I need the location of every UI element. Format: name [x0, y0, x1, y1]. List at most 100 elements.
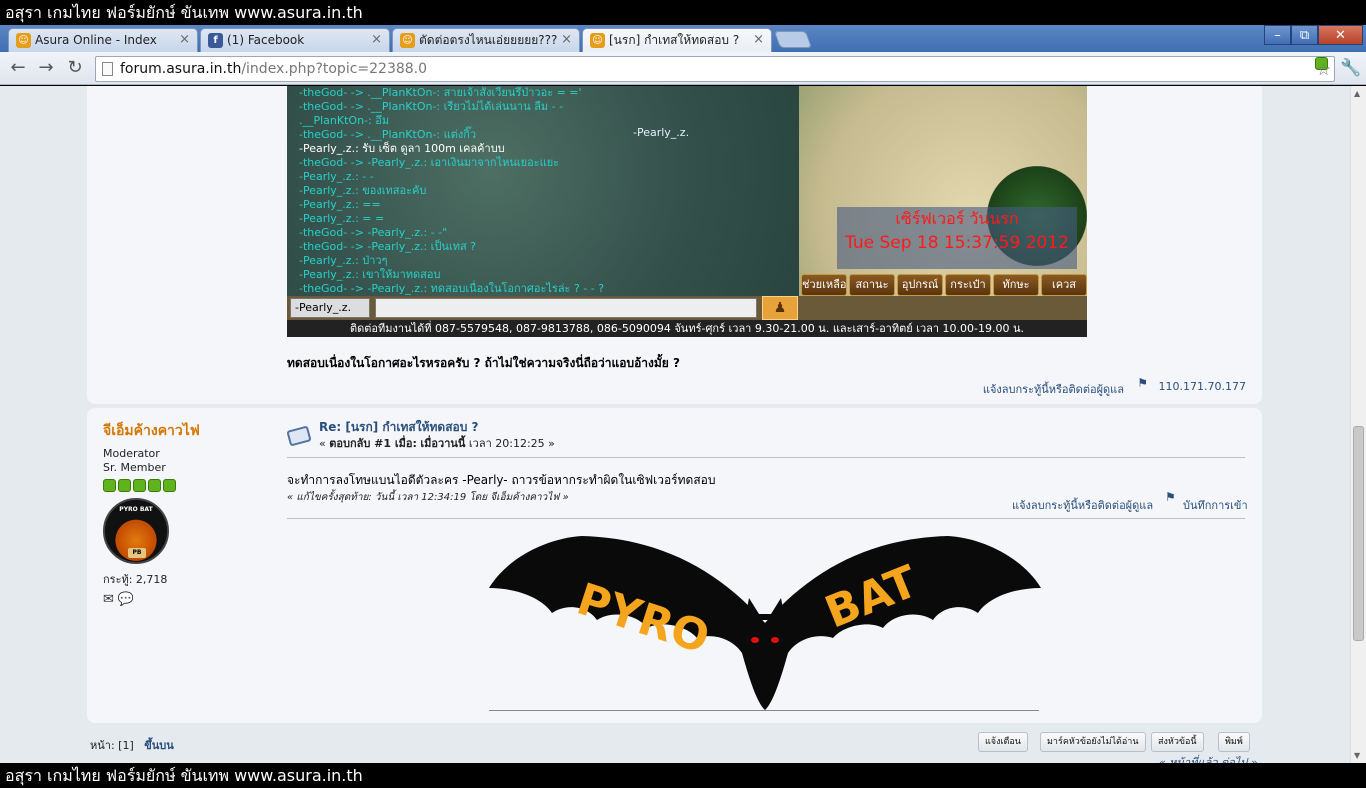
page-viewport: -theGod- -> .__PlanKtOn-: สายเจ้าสังเวีย… [0, 86, 1350, 763]
game-menu-button: ทักษะ [993, 274, 1039, 296]
bookmark-star-icon[interactable]: ☆ [1315, 57, 1331, 80]
chat-line: -theGod- -> -Pearly_.z.: เอาเงินมาจากไหน… [299, 156, 560, 169]
poster-name[interactable]: จีเอ็มค้างคาวไฟ [103, 420, 273, 442]
game-chat-log: -theGod- -> .__PlanKtOn-: สายเจ้าสังเวีย… [299, 86, 799, 296]
post-2-report-link[interactable]: แจ้งลบกระทู้นี้หรือติดต่อผู้ดูแล [1012, 496, 1153, 514]
personal-message-icon[interactable]: 💬 [118, 592, 134, 607]
chat-line: -theGod- -> -Pearly_.z.: - -" [299, 226, 448, 239]
game-avatar-icon: ♟ [762, 296, 798, 320]
reload-icon[interactable]: ↻ [63, 57, 87, 81]
tab-close-icon[interactable]: × [371, 29, 382, 51]
print-button[interactable]: พิมพ์ [1218, 732, 1250, 752]
post-2-body: จะทำการลงโทษแบนไอดีตัวละคร -Pearly- ถาวร… [287, 473, 716, 487]
tab-title: ตัดต่อตรงไหนเอ่ยยยยย??? [419, 33, 558, 47]
pages-label: หน้า: [ [90, 739, 123, 752]
post-1-ip[interactable]: 110.171.70.177 [1159, 380, 1246, 393]
scrollbar[interactable]: ▲ ▼ [1350, 86, 1366, 763]
close-window-button[interactable]: ✕ [1318, 25, 1363, 45]
poster-post-count: กระทู้: 2,718 [103, 573, 168, 586]
tab-facebook[interactable]: f (1) Facebook × [200, 28, 390, 52]
game-chat-name: -Pearly_.z. [290, 298, 370, 318]
address-host: forum.asura.in.th [120, 61, 242, 77]
chat-line: -theGod- -> .__PlanKtOn-: แต่งกิ๊ว [299, 128, 477, 141]
top-link[interactable]: ขึ้นบน [144, 739, 174, 752]
poster-action-icons: ✉ 💬 [103, 592, 273, 607]
game-server-box: เซิร์ฟเวอร์ วันนรก Tue Sep 18 15:37:59 2… [837, 207, 1077, 269]
avatar: PYRO BAT PB [103, 498, 169, 564]
poster-role: Moderator [103, 447, 160, 460]
tab-close-icon[interactable]: × [179, 29, 190, 51]
divider [287, 457, 1245, 458]
tab-thread-edit[interactable]: ☺ ตัดต่อตรงไหนเอ่ยยยยย??? × [392, 28, 580, 52]
tab-title: Asura Online - Index [35, 33, 157, 47]
post-2: จีเอ็มค้างคาวไฟ Moderator Sr. Member PYR… [87, 408, 1262, 723]
new-tab-button[interactable] [773, 31, 813, 48]
chat-line: -theGod- -> -Pearly_.z.: ทดสอบเนื่องในโอ… [299, 282, 605, 295]
tab-strip: ☺ Asura Online - Index × f (1) Facebook … [0, 25, 1366, 53]
rank-stars [103, 479, 273, 492]
asura-favicon-icon: ☺ [590, 33, 605, 48]
scroll-thumb[interactable] [1353, 426, 1364, 641]
server-label: เซิร์ฟเวอร์ วันนรก [895, 209, 1019, 228]
poster-info: จีเอ็มค้างคาวไฟ Moderator Sr. Member PYR… [103, 420, 273, 607]
pages-close: ] [129, 739, 134, 752]
pagination: หน้า: [1] ขึ้นบน [90, 736, 174, 754]
email-icon[interactable]: ✉ [103, 592, 114, 607]
tab-title: (1) Facebook [227, 33, 305, 47]
post-1: -theGod- -> .__PlanKtOn-: สายเจ้าสังเวีย… [87, 86, 1262, 404]
log-flag-icon: ⚑ [1165, 490, 1176, 504]
message-icon [286, 425, 312, 447]
top-banner: อสุรา เกมไทย ฟอร์มยักษ์ ขันเทพ www.asura… [0, 0, 1366, 25]
address-bar[interactable]: forum.asura.in.th/index.php?topic=22388.… [95, 56, 1335, 82]
notify-button[interactable]: แจ้งเตือน [978, 732, 1028, 752]
chat-line: -Pearly_.z.: ป่าวๆ [299, 254, 388, 267]
bat-wings [489, 536, 1041, 710]
post-2-meta: « ตอบกลับ #1 เมื่อ: เมื่อวานนี้ เวลา 20:… [319, 434, 555, 452]
game-menu-button: กระเป๋า [945, 274, 991, 296]
meta-time: เวลา 20:12:25 » [465, 437, 555, 450]
game-menu-button: ช่วยเหลือ [801, 274, 847, 296]
chat-line: -Pearly_.z.: ของเทสอะคับ [299, 184, 427, 197]
forward-arrow-icon[interactable]: → [34, 57, 58, 81]
tab-close-icon[interactable]: × [561, 29, 572, 51]
signature-image: PYRO BAT [489, 536, 1041, 710]
asura-favicon-icon: ☺ [400, 33, 415, 48]
bat-right-eye [771, 637, 779, 643]
meta-prefix: « [319, 437, 330, 450]
maximize-button[interactable]: ⧉ [1291, 25, 1318, 45]
tab-close-icon[interactable]: × [753, 29, 764, 51]
chat-line: -Pearly_.z.: รับ เซ็ต ดูลา 100m เคลค้าบบ [299, 142, 505, 155]
game-contact-bar: ติดต่อทีมงานได้ที่ 087-5579548, 087-9813… [287, 320, 1087, 337]
rank-star-icon [133, 479, 146, 492]
scroll-down-icon[interactable]: ▼ [1354, 751, 1360, 760]
post-2-log-link[interactable]: บันทึกการเข้า [1183, 496, 1248, 514]
mark-unread-button[interactable]: มาร์คหัวข้อยังไม่ได้อ่าน [1040, 732, 1146, 752]
facebook-favicon-icon: f [208, 33, 223, 48]
server-time: Tue Sep 18 15:37:59 2012 [845, 233, 1069, 253]
rank-star-icon [148, 479, 161, 492]
chat-line: -Pearly_.z.: - - [299, 170, 374, 183]
bat-left-eye [751, 637, 759, 643]
minimize-button[interactable]: – [1264, 25, 1291, 45]
back-arrow-icon[interactable]: ← [6, 57, 30, 81]
scroll-up-icon[interactable]: ▲ [1354, 89, 1360, 98]
chat-line: -Pearly_.z.: เขาให้มาทดสอบ [299, 268, 441, 281]
tab-title: [นรก] กำเทสให้ทดสอบ ? [609, 33, 740, 47]
avatar-bottom-text: PB [128, 548, 146, 558]
ip-flag-icon: ⚑ [1137, 376, 1148, 390]
send-topic-button[interactable]: ส่งหัวข้อนี้ [1151, 732, 1204, 752]
post-1-report-link[interactable]: แจ้งลบกระทู้นี้หรือติดต่อผู้ดูแล [983, 380, 1124, 398]
signature-underline [489, 710, 1039, 711]
chat-line: -theGod- -> .__PlanKtOn-: เรียวไม่ได้เล่… [299, 100, 564, 113]
chat-line: .__PlanKtOn-: อึม [299, 114, 390, 127]
rank-star-icon [118, 479, 131, 492]
prev-next-links[interactable]: « หน้าที่แล้ว ต่อไป » [1159, 753, 1258, 763]
tab-asura-index[interactable]: ☺ Asura Online - Index × [8, 28, 198, 52]
chat-line: -theGod- -> .__PlanKtOn-: สายเจ้าสังเวีย… [299, 86, 582, 99]
game-chat-field [375, 298, 757, 318]
meta-reply: ตอบกลับ #1 เมื่อ: [329, 437, 417, 450]
tab-current-thread[interactable]: ☺ [นรก] กำเทสให้ทดสอบ ? × [582, 28, 772, 53]
wrench-menu-icon[interactable]: 🔧 [1340, 58, 1361, 78]
divider [287, 518, 1245, 519]
post-2-edited: « แก้ไขครั้งสุดท้าย: วันนี้ เวลา 12:34:1… [287, 492, 569, 503]
